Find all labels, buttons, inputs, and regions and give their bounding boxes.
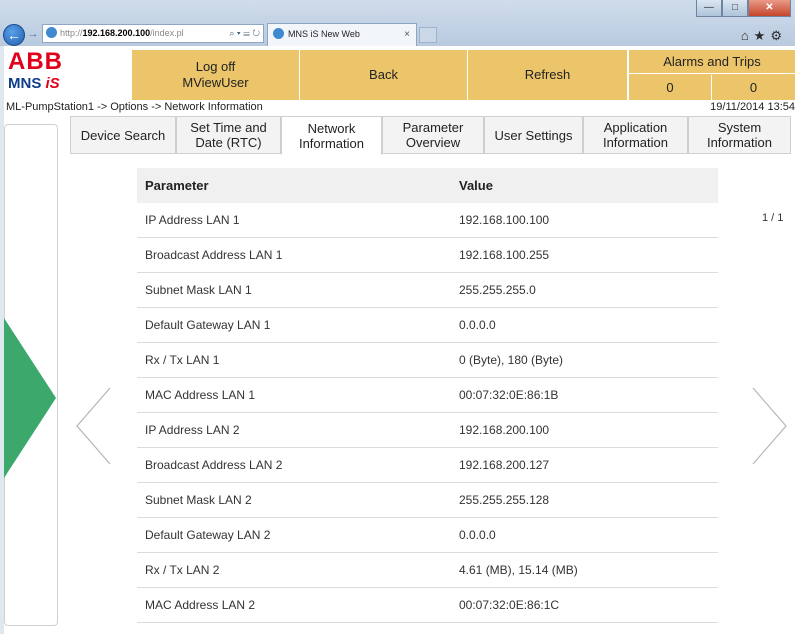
value-cell: 255.255.255.128 — [459, 493, 550, 507]
tab-label: Parameter Overview — [402, 120, 464, 150]
page-indicator: 1 / 1 — [762, 212, 784, 224]
back-button[interactable]: Back — [300, 50, 468, 100]
table-row: MAC Address LAN 1 00:07:32:0E:86:1B — [137, 378, 718, 413]
breadcrumb: ML-PumpStation1 -> Options -> Network In… — [6, 101, 263, 113]
next-page-icon[interactable] — [749, 386, 789, 466]
tab-label: System Information — [706, 120, 773, 150]
ie-icon — [273, 28, 284, 39]
address-path: /index.pl — [150, 28, 184, 38]
refresh-button[interactable]: Refresh — [468, 50, 628, 100]
close-window-button[interactable]: ✕ — [748, 0, 791, 17]
value-cell: 192.168.200.100 — [459, 423, 550, 437]
datetime: 19/11/2014 13:54 — [710, 101, 795, 113]
tab-label: Application Information — [602, 120, 669, 150]
tab-set-time-date[interactable]: Set Time and Date (RTC) — [176, 116, 281, 154]
table-row: Default Gateway LAN 1 0.0.0.0 — [137, 308, 718, 343]
parameter-cell: Subnet Mask LAN 2 — [145, 493, 252, 507]
table-row: Broadcast Address LAN 1 192.168.100.255 — [137, 238, 718, 273]
logoff-user: MViewUser — [182, 75, 249, 90]
mns-is-logo: MNS iS — [8, 76, 60, 92]
alarms-title: Alarms and Trips — [629, 50, 795, 74]
alarms-and-trips-panel[interactable]: Alarms and Trips 0 0 — [629, 50, 795, 100]
value-cell: 0.0.0.0 — [459, 318, 496, 332]
address-tools-icons[interactable]: ⌕ ▾ ☰ ↻ — [226, 25, 260, 42]
value-cell: 192.168.200.127 — [459, 458, 550, 472]
table-row: Rx / Tx LAN 2 4.61 (MB), 15.14 (MB) — [137, 553, 718, 588]
value-cell: 192.168.100.100 — [459, 213, 550, 227]
tab-label: Set Time and Date (RTC) — [190, 120, 267, 150]
table-row: IP Address LAN 1 192.168.100.100 — [137, 203, 718, 238]
parameter-cell: Default Gateway LAN 2 — [145, 528, 271, 542]
logo-area: ABB MNS iS — [4, 46, 132, 100]
parameter-cell: Subnet Mask LAN 1 — [145, 283, 252, 297]
maximize-button[interactable]: □ — [722, 0, 748, 17]
logoff-button[interactable]: Log off MViewUser — [132, 50, 300, 100]
parameter-cell: Rx / Tx LAN 1 — [145, 353, 220, 367]
tab-parameter-overview[interactable]: Parameter Overview — [382, 116, 484, 154]
toolbar-icons[interactable]: ⌂★⚙ — [741, 28, 787, 44]
green-indicator-arrow — [4, 318, 56, 478]
minimize-button[interactable]: — — [696, 0, 722, 17]
parameter-cell: IP Address LAN 2 — [145, 423, 240, 437]
table-row: Rx / Tx LAN 1 0 (Byte), 180 (Byte) — [137, 343, 718, 378]
value-cell: 192.168.100.255 — [459, 248, 550, 262]
column-header-parameter: Parameter — [145, 178, 209, 193]
parameter-table: Parameter Value IP Address LAN 1 192.168.… — [137, 168, 718, 623]
tab-user-settings[interactable]: User Settings — [484, 116, 583, 154]
ie-icon — [46, 27, 57, 38]
parameter-cell: Default Gateway LAN 1 — [145, 318, 271, 332]
browser-tab[interactable]: MNS iS New Web × — [267, 23, 417, 46]
alarms-count[interactable]: 0 — [629, 75, 712, 100]
back-arrow-icon[interactable]: ← — [3, 24, 25, 46]
tab-system-information[interactable]: System Information — [688, 116, 791, 154]
value-cell: 255.255.255.0 — [459, 283, 536, 297]
table-row: Default Gateway LAN 2 0.0.0.0 — [137, 518, 718, 553]
address-bar[interactable]: http://192.168.200.100/index.pl ⌕ ▾ ☰ ↻ — [42, 24, 264, 43]
new-tab-button[interactable] — [419, 27, 437, 43]
is-logo-text: iS — [45, 75, 60, 92]
table-header: Parameter Value — [137, 168, 718, 203]
prev-page-icon[interactable] — [74, 386, 114, 466]
abb-logo: ABB — [8, 48, 63, 75]
parameter-cell: Rx / Tx LAN 2 — [145, 563, 220, 577]
value-cell: 0 (Byte), 180 (Byte) — [459, 353, 564, 367]
table-body: IP Address LAN 1 192.168.100.100 Broadcast… — [137, 203, 718, 623]
tab-bar: Device Search Set Time and Date (RTC) Ne… — [70, 116, 791, 156]
tab-label: User Settings — [494, 127, 573, 143]
mns-logo-text: MNS — [8, 75, 46, 92]
forward-arrow-icon[interactable]: → — [26, 27, 40, 41]
parameter-cell: Broadcast Address LAN 2 — [145, 458, 283, 472]
table-row: Subnet Mask LAN 1 255.255.255.0 — [137, 273, 718, 308]
page-viewport: ABB MNS iS Log off MViewUser Back Refres… — [4, 46, 795, 634]
address-host: 192.168.200.100 — [82, 28, 151, 38]
column-header-value: Value — [459, 178, 493, 193]
parameter-cell: MAC Address LAN 2 — [145, 598, 256, 612]
value-cell: 0.0.0.0 — [459, 528, 496, 542]
browser-chrome: — □ ✕ ← → http://192.168.200.100/index.p… — [0, 0, 795, 46]
tab-close-icon[interactable]: × — [404, 24, 410, 45]
tab-device-search[interactable]: Device Search — [70, 116, 176, 154]
tab-network-information[interactable]: Network Information — [281, 116, 382, 155]
browser-tab-title: MNS iS New Web — [288, 29, 360, 39]
logoff-label: Log off — [195, 59, 236, 74]
parameter-cell: Broadcast Address LAN 1 — [145, 248, 283, 262]
value-cell: 4.61 (MB), 15.14 (MB) — [459, 563, 578, 577]
trips-count[interactable]: 0 — [712, 75, 795, 100]
table-row: Subnet Mask LAN 2 255.255.255.128 — [137, 483, 718, 518]
table-row: MAC Address LAN 2 00:07:32:0E:86:1C — [137, 588, 718, 623]
address-prefix: http:// — [60, 28, 83, 38]
table-row: IP Address LAN 2 192.168.200.100 — [137, 413, 718, 448]
value-cell: 00:07:32:0E:86:1B — [459, 388, 559, 402]
value-cell: 00:07:32:0E:86:1C — [459, 598, 560, 612]
tab-label: Network Information — [298, 120, 365, 151]
parameter-cell: IP Address LAN 1 — [145, 213, 240, 227]
window-controls: — □ ✕ — [696, 0, 791, 18]
tab-application-information[interactable]: Application Information — [583, 116, 688, 154]
parameter-cell: MAC Address LAN 1 — [145, 388, 256, 402]
tab-label: Device Search — [80, 127, 166, 143]
table-row: Broadcast Address LAN 2 192.168.200.127 — [137, 448, 718, 483]
